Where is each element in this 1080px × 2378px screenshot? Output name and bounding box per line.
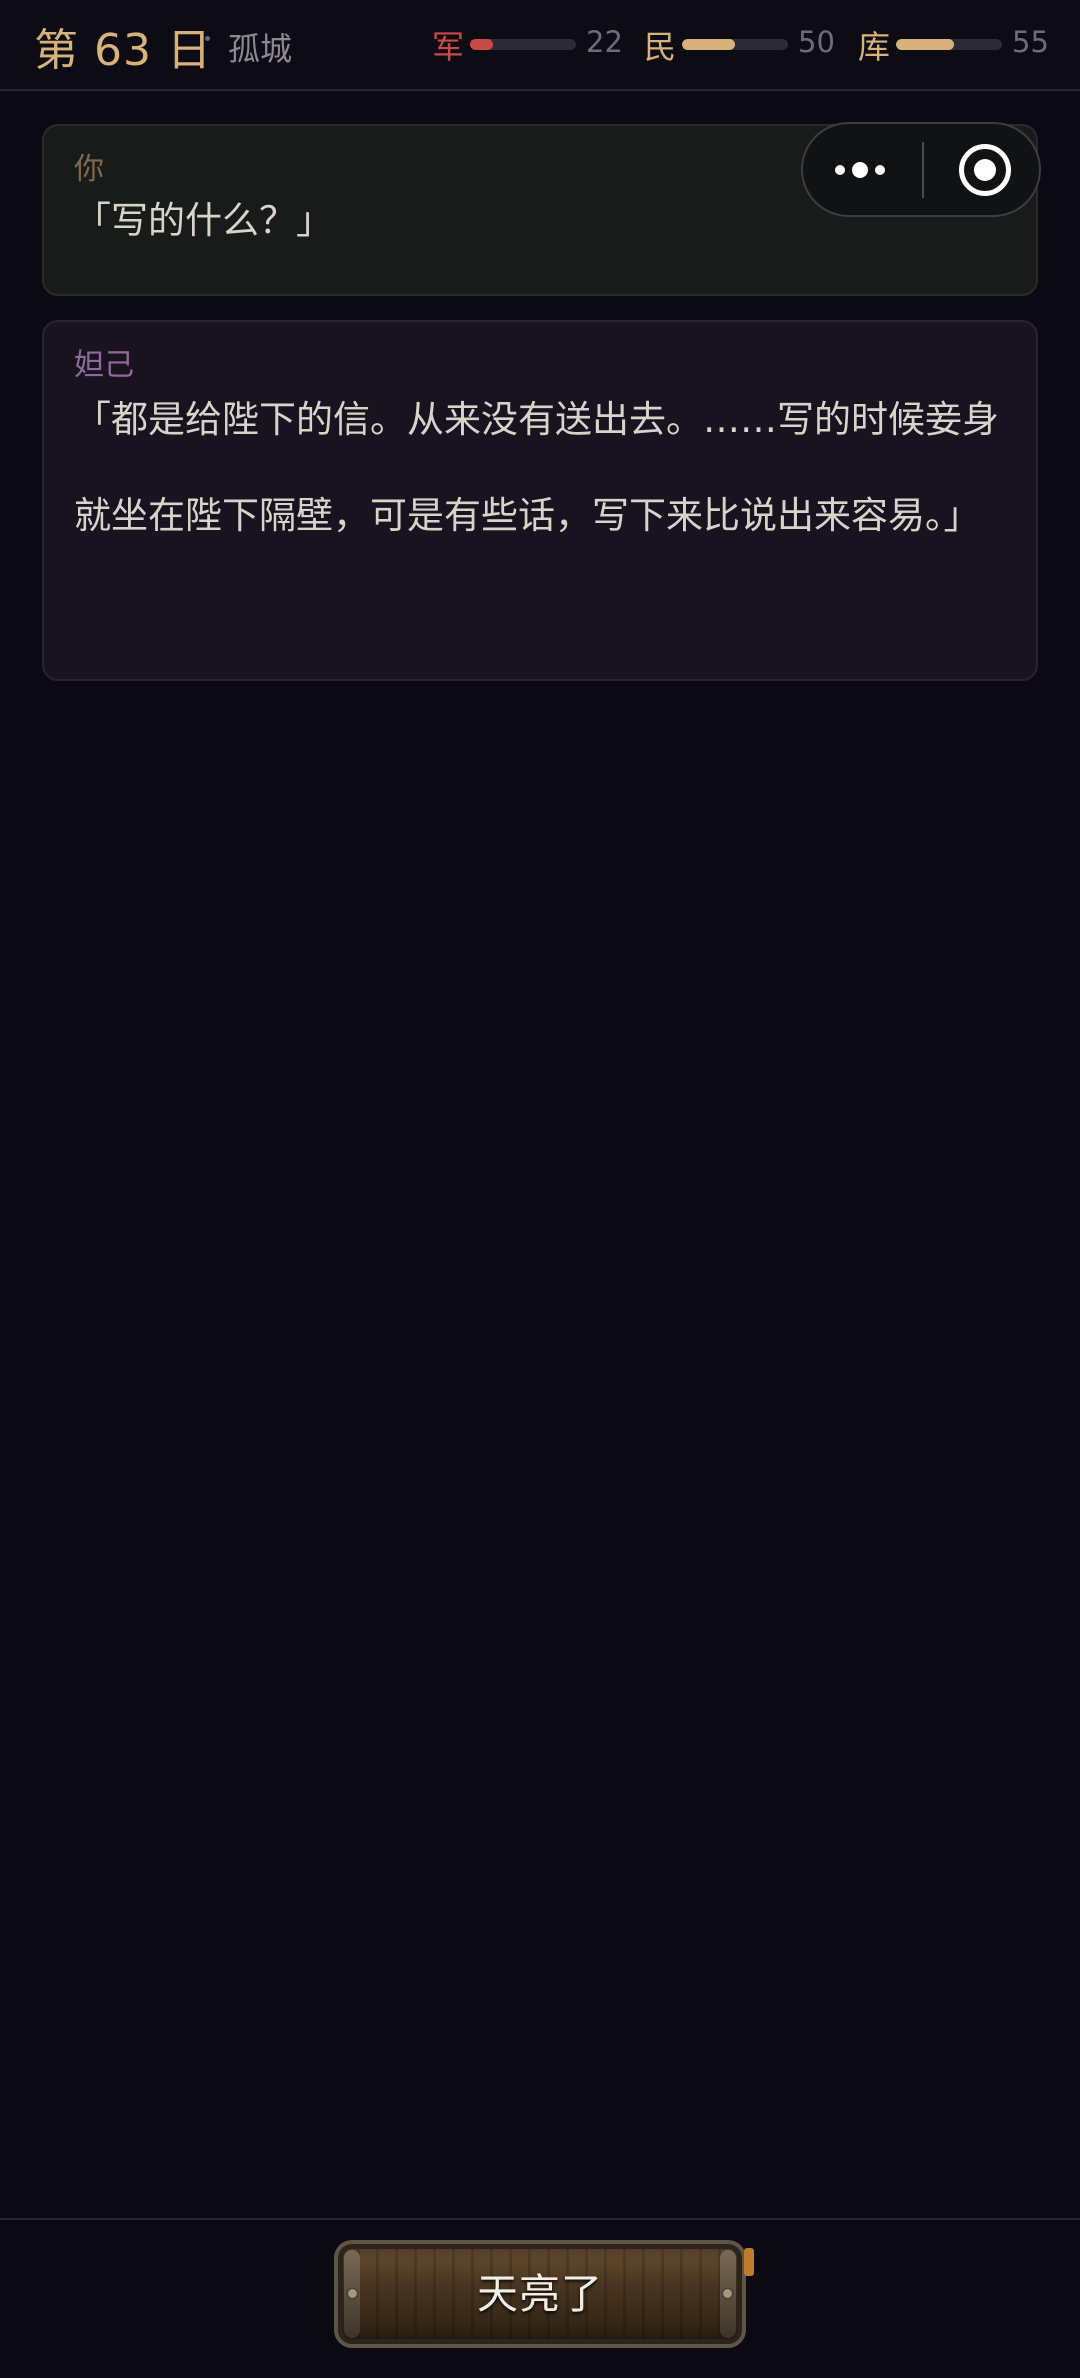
plank-tab bbox=[744, 2248, 754, 2276]
status-bar: 第 63 日 孤城 军 22 民 50 库 55 bbox=[0, 0, 1080, 91]
mini-program-capsule bbox=[801, 122, 1041, 217]
capsule-divider bbox=[922, 142, 924, 198]
dialogue-card-daji: 妲己 「都是给陛下的信。从来没有送出去。……写的时候妾身就坐在陛下隔壁，可是有些… bbox=[42, 320, 1038, 681]
stat-army-bar bbox=[470, 39, 576, 50]
stat-people-label: 民 bbox=[644, 28, 677, 66]
stat-people-value: 50 bbox=[798, 25, 835, 59]
stat-army-label: 军 bbox=[432, 28, 465, 66]
stat-store-value: 55 bbox=[1012, 25, 1049, 59]
stat-army-value: 22 bbox=[586, 25, 623, 59]
stat-army-fill bbox=[470, 39, 494, 50]
action-bar: 天亮了 bbox=[0, 2218, 1080, 2378]
separator-dot bbox=[205, 36, 210, 41]
stat-store-label: 库 bbox=[858, 28, 891, 66]
close-target-icon[interactable] bbox=[959, 144, 1011, 196]
stat-store-fill bbox=[896, 39, 955, 50]
stat-people-bar bbox=[682, 39, 788, 50]
dialogue-text: 「都是给陛下的信。从来没有送出去。……写的时候妾身就坐在陛下隔壁，可是有些话，写… bbox=[74, 398, 999, 537]
daybreak-button-label: 天亮了 bbox=[477, 2270, 603, 2318]
more-dots-icon[interactable] bbox=[833, 124, 893, 215]
daybreak-button[interactable]: 天亮了 bbox=[334, 2240, 754, 2348]
location-label: 孤城 bbox=[228, 30, 293, 68]
stat-store-bar bbox=[896, 39, 1002, 50]
stat-people-fill bbox=[682, 39, 735, 50]
day-counter: 第 63 日 bbox=[34, 25, 212, 76]
